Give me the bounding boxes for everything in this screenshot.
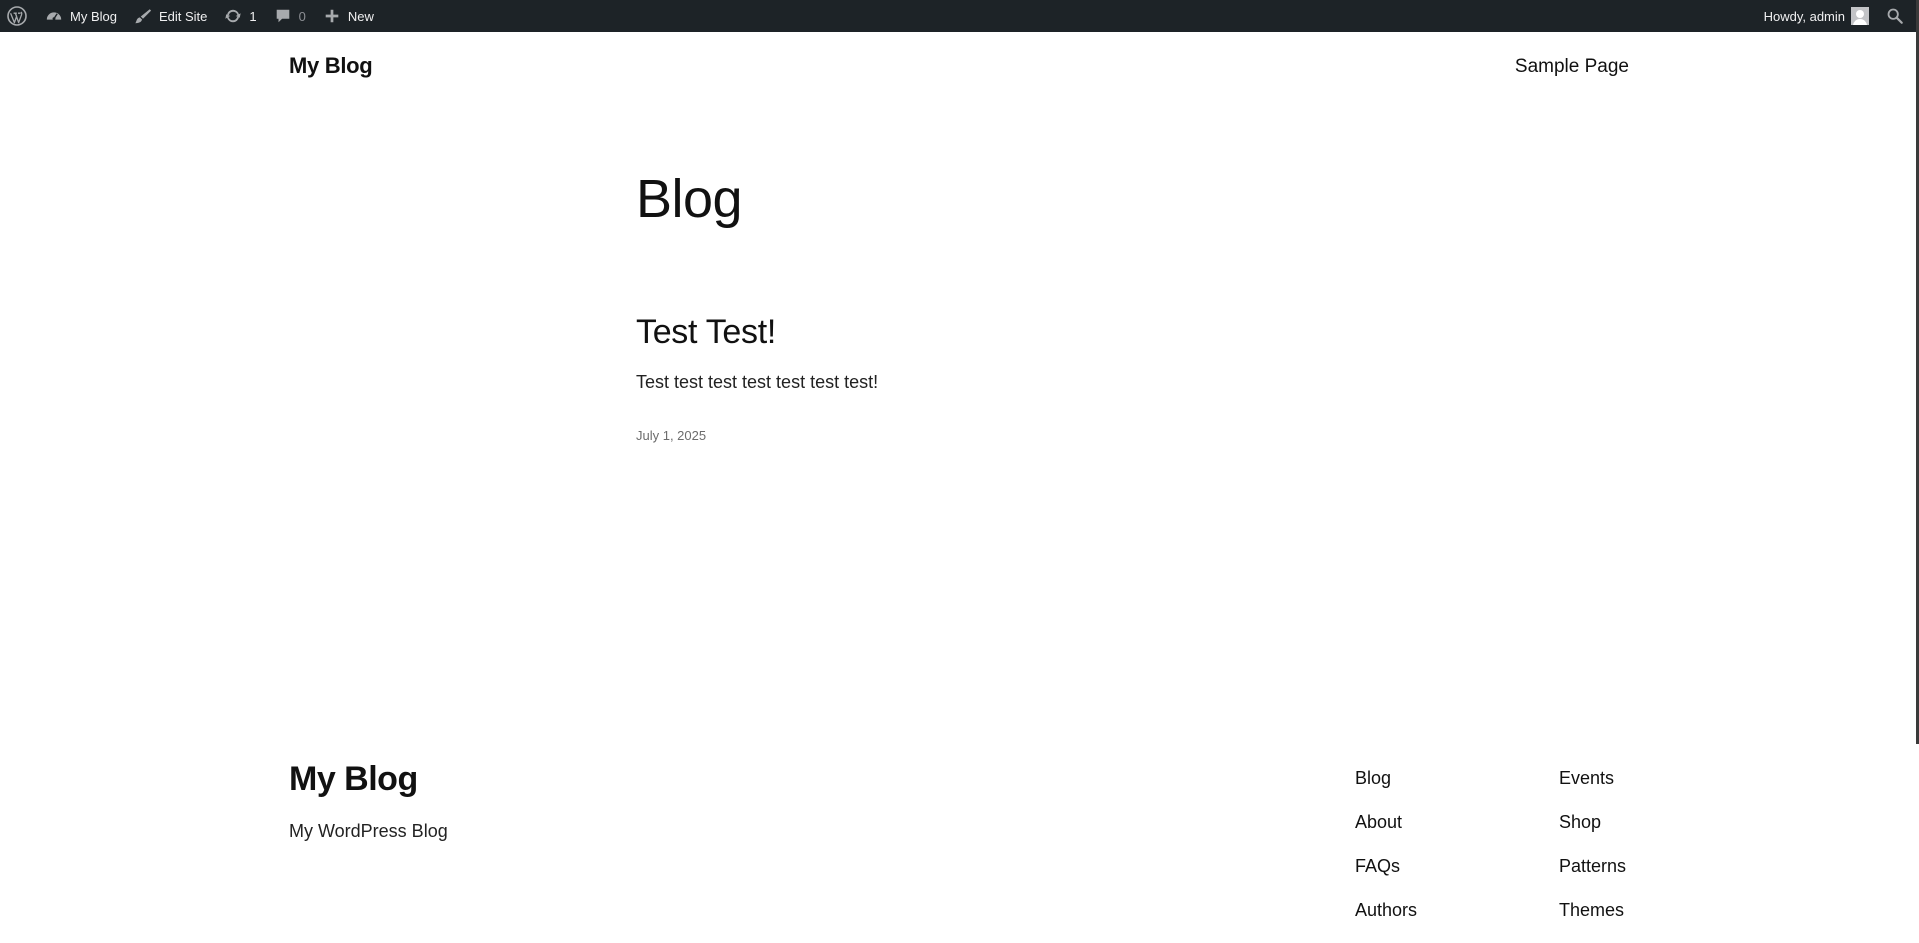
site-name-menu[interactable]: My Blog xyxy=(36,0,125,32)
post-excerpt: Test test test test test test test! xyxy=(636,372,879,392)
footer-link-authors[interactable]: Authors xyxy=(1355,899,1417,943)
comment-bubble-icon xyxy=(273,6,293,26)
new-label: New xyxy=(347,8,374,24)
admin-bar: My Blog Edit Site 1 0 New Howdy, admin xyxy=(0,0,1919,32)
updates-count: 1 xyxy=(249,8,257,24)
howdy-label: Howdy, admin xyxy=(1763,8,1845,24)
user-avatar-icon xyxy=(1851,7,1869,25)
admin-bar-secondary: Howdy, admin xyxy=(1756,0,1919,32)
comments-count: 0 xyxy=(298,8,306,24)
footer-link-shop[interactable]: Shop xyxy=(1559,811,1626,855)
footer-link-patterns[interactable]: Patterns xyxy=(1559,855,1626,899)
comments-button[interactable]: 0 xyxy=(265,0,314,32)
dashboard-gauge-icon xyxy=(44,6,64,26)
post-date-link[interactable]: July 1, 2025 xyxy=(636,428,706,443)
footer-nav-column-1: Blog About FAQs Authors xyxy=(1355,767,1417,943)
wordpress-logo-button[interactable] xyxy=(0,0,36,32)
page-title: Blog xyxy=(636,169,743,229)
brush-icon xyxy=(133,6,153,26)
footer-link-events[interactable]: Events xyxy=(1559,767,1626,811)
footer-link-themes[interactable]: Themes xyxy=(1559,899,1626,943)
footer-link-faqs[interactable]: FAQs xyxy=(1355,855,1417,899)
post-title-link[interactable]: Test Test! xyxy=(636,313,776,352)
wordpress-logo-icon xyxy=(6,5,28,27)
edit-site-button[interactable]: Edit Site xyxy=(125,0,215,32)
footer-site-title-link[interactable]: My Blog xyxy=(289,760,418,799)
nav-item-sample-page[interactable]: Sample Page xyxy=(1515,56,1629,78)
footer-link-blog[interactable]: Blog xyxy=(1355,767,1417,811)
edit-site-label: Edit Site xyxy=(158,8,208,24)
site-title-link[interactable]: My Blog xyxy=(289,53,373,79)
plus-icon xyxy=(322,6,342,26)
footer-nav-column-2: Events Shop Patterns Themes xyxy=(1559,767,1626,943)
admin-search-button[interactable] xyxy=(1877,0,1919,32)
new-content-button[interactable]: New xyxy=(314,0,382,32)
update-arrows-icon xyxy=(223,6,243,26)
footer-link-about[interactable]: About xyxy=(1355,811,1417,855)
search-icon xyxy=(1885,6,1905,26)
footer-tagline: My WordPress Blog xyxy=(289,821,448,841)
my-account-menu[interactable]: Howdy, admin xyxy=(1756,0,1877,32)
site-name-label: My Blog xyxy=(70,8,117,24)
updates-button[interactable]: 1 xyxy=(215,0,264,32)
